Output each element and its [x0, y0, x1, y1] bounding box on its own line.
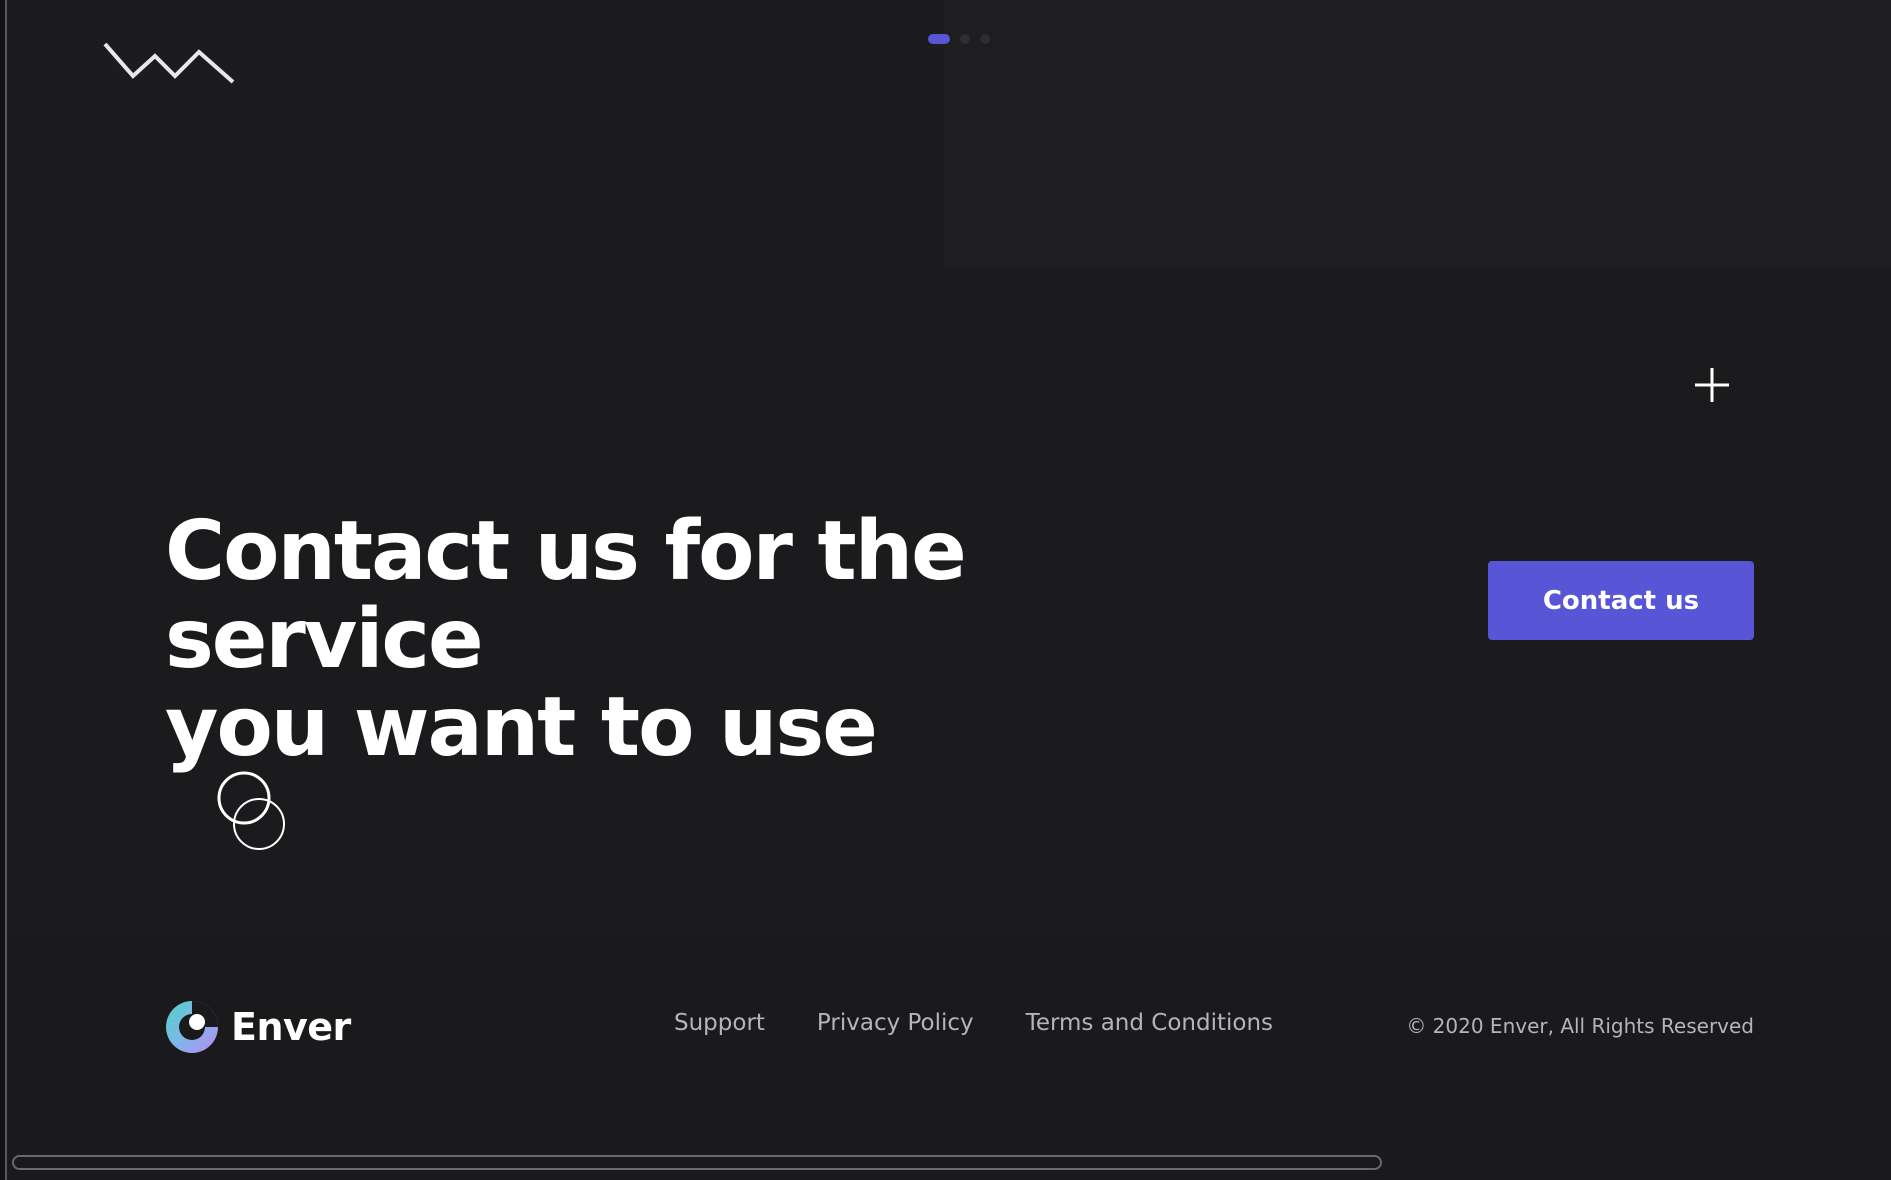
contact-us-button[interactable]: Contact us [1488, 561, 1754, 640]
footer-nav: Support Privacy Policy Terms and Conditi… [674, 1010, 1273, 1036]
hero-headline-line2: you want to use [165, 680, 878, 775]
slider-dot-2[interactable] [960, 34, 970, 44]
horizontal-scrollbar[interactable] [12, 1155, 1382, 1170]
footer-brand[interactable]: Enver [165, 1000, 351, 1054]
terms-and-conditions-link[interactable]: Terms and Conditions [1026, 1010, 1273, 1036]
overlapping-circles-icon [217, 771, 285, 850]
footer [9, 935, 1891, 1180]
left-edge-border [0, 0, 7, 1180]
copyright-text: © 2020 Enver, All Rights Reserved [1406, 1014, 1754, 1038]
brand-name: Enver [231, 1005, 351, 1049]
slider-dot-1[interactable] [928, 34, 950, 44]
privacy-policy-link[interactable]: Privacy Policy [817, 1010, 974, 1036]
top-panel-right [1468, 0, 1891, 268]
hero-headline-line1: Contact us for the service [165, 504, 967, 687]
enver-logo-icon [166, 1001, 218, 1053]
support-link[interactable]: Support [674, 1010, 765, 1036]
plus-icon [1695, 368, 1729, 402]
page: Contact us for the service you want to u… [0, 0, 1891, 1180]
top-panel-middle [944, 0, 1468, 268]
slider-pagination [928, 33, 990, 45]
slider-dot-3[interactable] [980, 34, 990, 44]
hero-headline: Contact us for the service you want to u… [165, 508, 1245, 772]
zigzag-icon [103, 42, 235, 84]
